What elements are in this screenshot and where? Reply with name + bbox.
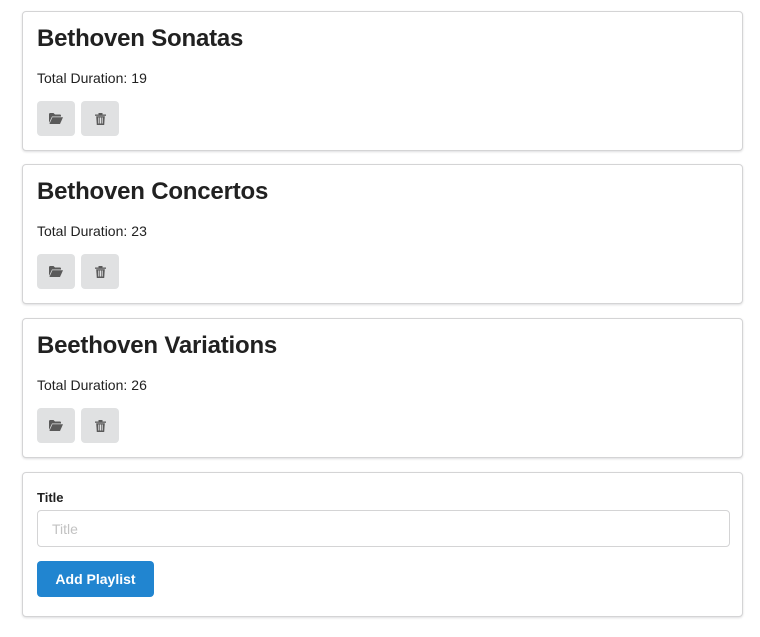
delete-playlist-button[interactable] xyxy=(81,254,119,289)
open-playlist-button[interactable] xyxy=(37,101,75,136)
duration-label: Total Duration: xyxy=(37,377,128,393)
duration-label: Total Duration: xyxy=(37,223,128,239)
delete-playlist-button[interactable] xyxy=(81,408,119,443)
playlist-duration: Total Duration: 19 xyxy=(37,69,147,87)
duration-value: 26 xyxy=(131,377,147,393)
title-label: Title xyxy=(37,490,64,505)
playlist-title: Bethoven Sonatas xyxy=(37,25,244,52)
add-playlist-button[interactable]: Add Playlist xyxy=(37,561,154,597)
trash-icon xyxy=(94,419,106,432)
duration-label: Total Duration: xyxy=(37,70,128,86)
delete-playlist-button[interactable] xyxy=(81,101,119,136)
open-playlist-button[interactable] xyxy=(37,254,75,289)
title-input[interactable] xyxy=(37,510,730,547)
duration-value: 23 xyxy=(131,223,147,239)
open-playlist-button[interactable] xyxy=(37,408,75,443)
folder-open-icon xyxy=(49,420,63,431)
playlist-duration: Total Duration: 26 xyxy=(37,376,147,394)
playlist-page: Bethoven Sonatas Total Duration: 19 Betho… xyxy=(0,0,760,637)
playlist-card: Bethoven Concertos Total Duration: 23 xyxy=(22,164,743,304)
duration-value: 19 xyxy=(131,70,147,86)
folder-open-icon xyxy=(49,266,63,277)
trash-icon xyxy=(94,112,106,125)
playlist-title: Bethoven Concertos xyxy=(37,178,269,205)
folder-open-icon xyxy=(49,113,63,124)
playlist-title: Beethoven Variations xyxy=(37,332,278,359)
add-playlist-form: Title Add Playlist xyxy=(22,472,743,617)
playlist-card: Beethoven Variations Total Duration: 26 xyxy=(22,318,743,458)
playlist-duration: Total Duration: 23 xyxy=(37,222,147,240)
playlist-card: Bethoven Sonatas Total Duration: 19 xyxy=(22,11,743,151)
trash-icon xyxy=(94,265,106,278)
